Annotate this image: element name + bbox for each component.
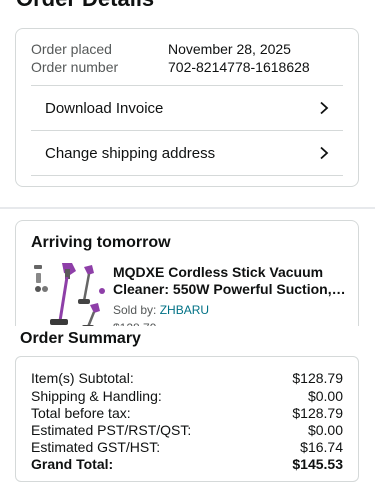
arrival-heading: Arriving tomorrow (31, 234, 171, 251)
download-invoice-button[interactable]: Download Invoice (31, 86, 343, 130)
divider (31, 175, 343, 176)
order-summary-title: Order Summary (20, 330, 141, 347)
download-invoice-label: Download Invoice (45, 99, 164, 117)
grand-total-value: $145.53 (292, 456, 343, 472)
section-separator (0, 207, 375, 209)
summary-row: Item(s) Subtotal: $128.79 (31, 370, 343, 386)
summary-row: Estimated PST/RST/QST: $0.00 (31, 422, 343, 438)
change-shipping-address-label: Change shipping address (45, 144, 216, 162)
sold-by: Sold by: ZHBARU (113, 303, 209, 317)
sold-by-label: Sold by: (113, 303, 160, 317)
summary-row: Estimated GST/HST: $16.74 (31, 439, 343, 455)
order-number-value: 702-8214778-1618628 (168, 59, 310, 75)
grand-total-label: Grand Total: (31, 456, 114, 472)
summary-row-label: Shipping & Handling: (31, 388, 162, 404)
summary-row-label: Item(s) Subtotal: (31, 370, 134, 386)
shipment-card: Arriving tomorrow MQDXE Cordless Stick V… (15, 220, 359, 340)
product-title-link[interactable]: MQDXE Cordless Stick Vacuum Cleaner: 550… (113, 264, 345, 298)
vacuum-product-image[interactable] (32, 261, 108, 333)
summary-row-value: $16.74 (300, 439, 343, 455)
summary-row-label: Total before tax: (31, 405, 131, 421)
summary-row: Shipping & Handling: $0.00 (31, 388, 343, 404)
product-title-line1: MQDXE Cordless Stick Vacuum (113, 264, 324, 280)
summary-row-value: $128.79 (292, 405, 343, 421)
order-number-label: Order number (31, 59, 119, 75)
order-placed-value: November 28, 2025 (168, 41, 291, 57)
chevron-right-icon (320, 146, 329, 160)
grand-total-row: Grand Total: $145.53 (31, 456, 343, 472)
order-summary-card: Item(s) Subtotal: $128.79 Shipping & Han… (15, 356, 359, 482)
summary-row-label: Estimated GST/HST: (31, 439, 161, 455)
product-title-line2: Cleaner: 550W Powerful Suction,… (113, 281, 345, 297)
summary-row-value: $0.00 (307, 388, 343, 404)
page-title: Order Details (16, 0, 154, 10)
order-info-card: Order placed November 28, 2025 Order numb… (15, 28, 359, 187)
summary-row-value: $0.00 (307, 422, 343, 438)
order-placed-label: Order placed (31, 41, 112, 57)
order-placed-row: Order placed November 28, 2025 (31, 41, 291, 57)
summary-row-value: $128.79 (292, 370, 343, 386)
summary-row-label: Estimated PST/RST/QST: (31, 422, 192, 438)
chevron-right-icon (320, 101, 329, 115)
order-number-row: Order number 702-8214778-1618628 (31, 59, 310, 75)
change-shipping-address-button[interactable]: Change shipping address (31, 131, 343, 175)
summary-row: Total before tax: $128.79 (31, 405, 343, 421)
seller-link[interactable]: ZHBARU (160, 303, 209, 317)
